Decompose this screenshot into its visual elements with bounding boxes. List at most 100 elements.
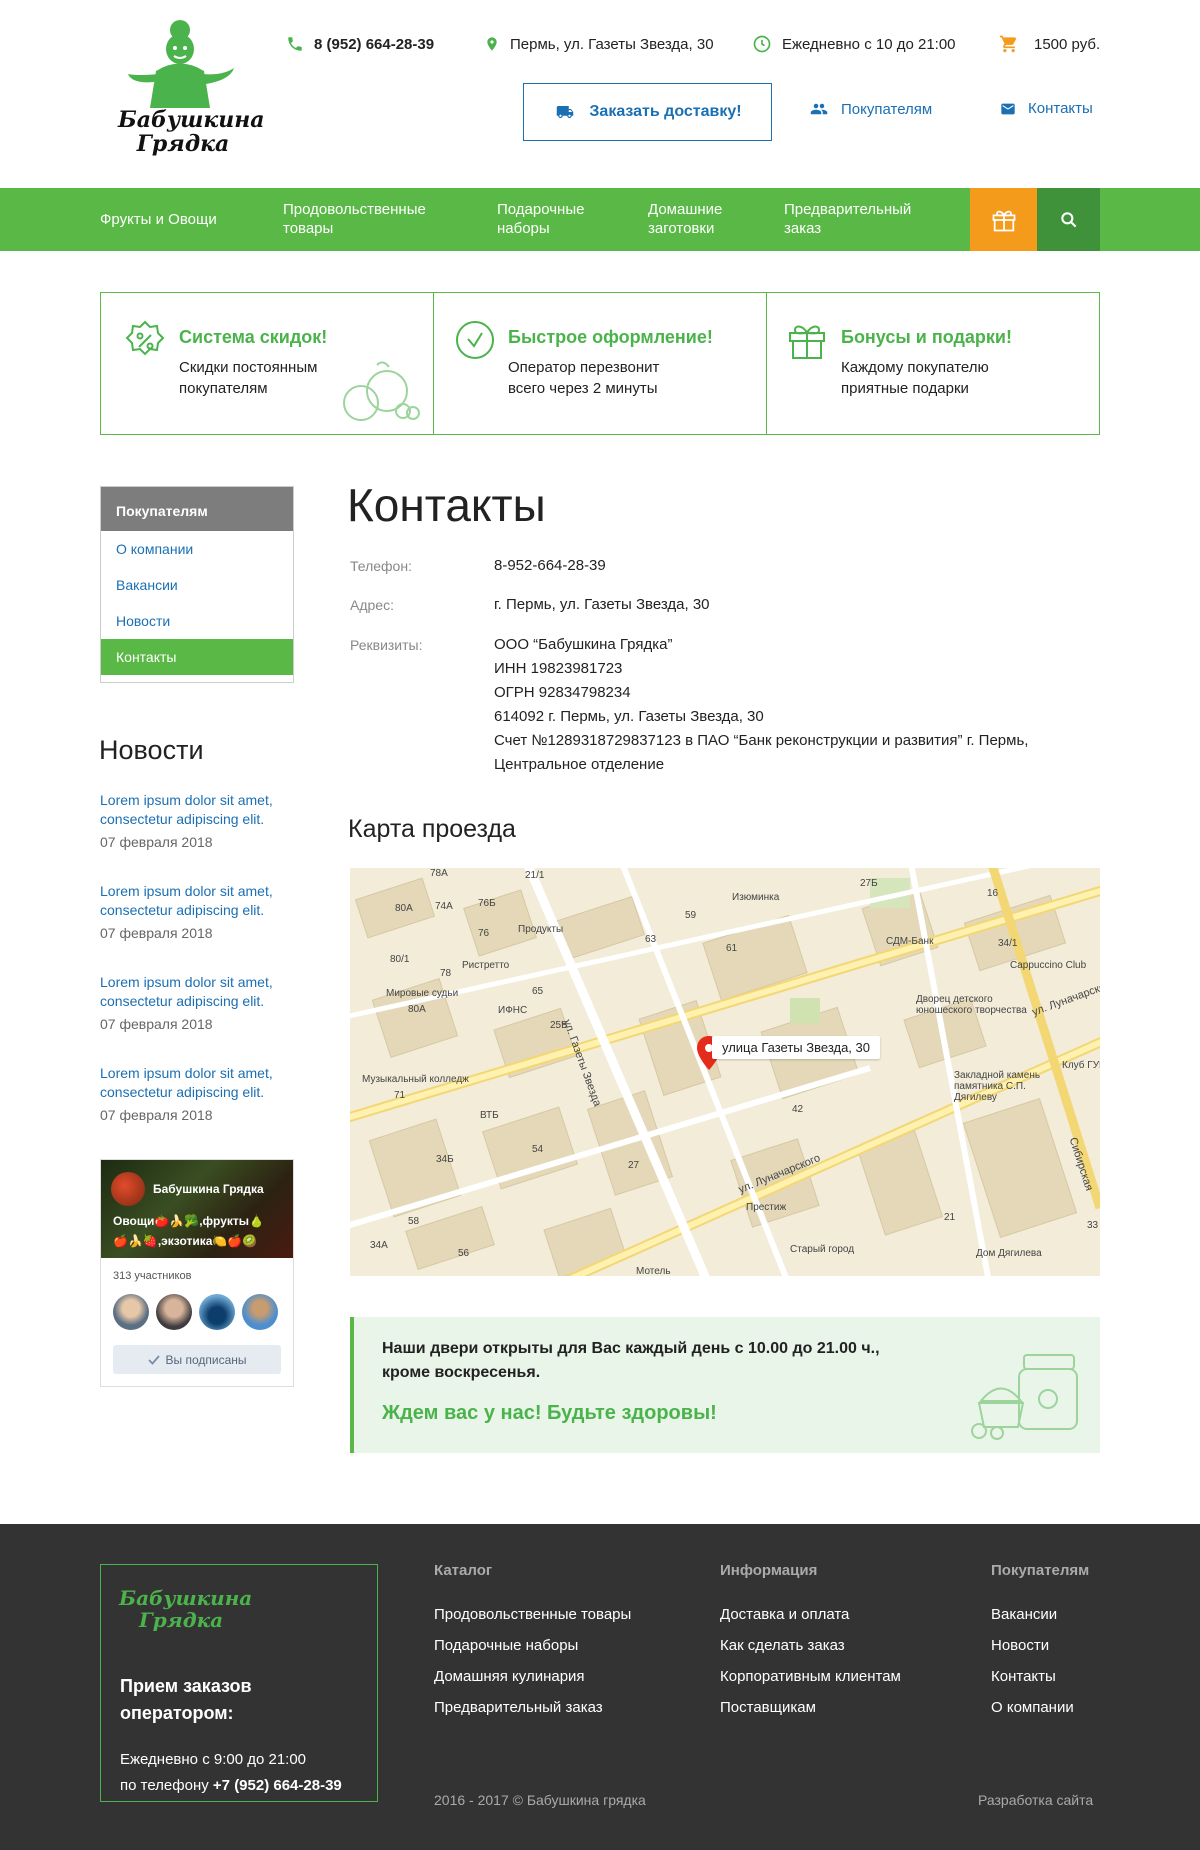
site-logo[interactable]: Бабушкина Грядка	[118, 16, 265, 166]
map-label: Клуб ГУВД	[1062, 1060, 1100, 1071]
map-label: СДМ-Банк	[886, 936, 934, 947]
footer-info-link[interactable]: Поставщикам	[720, 1699, 816, 1716]
feature-fast-checkout: Быстрое оформление! Оператор перезвонит …	[434, 293, 767, 434]
map-label: Cappuccino Club	[1010, 960, 1087, 971]
header-link-contacts[interactable]: Контакты	[998, 100, 1093, 117]
vk-group-name[interactable]: Бабушкина Грядка	[153, 1182, 264, 1196]
nav-item-gift-sets[interactable]: Подарочные наборы	[497, 200, 584, 238]
site-footer: Бабушкина Грядка Прием заказов операторо…	[0, 1524, 1200, 1850]
vk-description-line: 🍎🍌🍓,экзотика🍋🍎🥝	[113, 1234, 258, 1248]
grandma-logo-icon	[128, 20, 234, 108]
map-label: ИФНС	[498, 1005, 528, 1016]
sidebar-item-vacancies[interactable]: Вакансии	[101, 567, 293, 603]
news-link[interactable]: Lorem ipsum dolor sit amet, consectetur …	[100, 1064, 300, 1102]
avatar[interactable]	[242, 1294, 278, 1330]
news-heading: Новости	[99, 735, 204, 765]
nav-item-food-products[interactable]: Продовольственные товары	[283, 200, 426, 238]
map-label: 21/1	[525, 870, 545, 881]
vk-subscribed-label: Вы подписаны	[165, 1352, 247, 1367]
map-label: 59	[685, 910, 697, 921]
footer-info-link[interactable]: Как сделать заказ	[720, 1637, 845, 1654]
feature-text: Оператор перезвонит всего через 2 минуты	[508, 359, 660, 397]
requisites-line: ОГРН 92834798234	[494, 684, 631, 701]
map-label: 54	[532, 1144, 544, 1155]
map-label: 78	[440, 968, 452, 979]
news-item: Lorem ipsum dolor sit amet, consectetur …	[100, 791, 300, 850]
map-label: Мотель	[636, 1266, 671, 1276]
footer-catalog-heading: Каталог	[434, 1562, 493, 1579]
news-link[interactable]: Lorem ipsum dolor sit amet, consectetur …	[100, 882, 300, 920]
nav-item-preorder[interactable]: Предварительный заказ	[784, 200, 911, 238]
feature-title: Быстрое оформление!	[508, 327, 713, 347]
footer-catalog-link[interactable]: Подарочные наборы	[434, 1637, 578, 1654]
footer-info-heading: Информация	[720, 1562, 818, 1579]
phone-icon	[288, 37, 302, 51]
footer-catalog-link[interactable]: Продовольственные товары	[434, 1606, 631, 1623]
map-label: 74А	[435, 901, 453, 912]
map-heading: Карта проезда	[348, 815, 516, 843]
map-label: 65	[532, 986, 544, 997]
footer-logo[interactable]: Бабушкина Грядка	[119, 1587, 252, 1631]
sidebar-item-about[interactable]: О компании	[101, 531, 293, 567]
footer-catalog-link[interactable]: Домашняя кулинария	[434, 1668, 585, 1685]
news-link[interactable]: Lorem ipsum dolor sit amet, consectetur …	[100, 791, 300, 829]
map-label: 78А	[430, 868, 448, 879]
header-cart[interactable]: 1500 руб.	[998, 34, 1100, 54]
mail-icon	[1001, 103, 1015, 114]
header-phone-text: 8 (952) 664-28-39	[314, 35, 435, 53]
map-label: Изюминка	[732, 892, 780, 903]
order-delivery-button[interactable]: Заказать доставку!	[523, 83, 772, 141]
header-phone[interactable]: 8 (952) 664-28-39	[286, 34, 434, 54]
footer-orders-heading: Прием заказов оператором:	[120, 1676, 252, 1723]
footer-info-link[interactable]: Доставка и оплата	[720, 1606, 849, 1623]
location-map[interactable]: улица Газеты Звезда, 30 78А 21/1 74А 80А…	[350, 868, 1100, 1276]
sidebar-heading: Покупателям	[101, 487, 293, 531]
header-link-customers[interactable]: Покупателям	[807, 100, 932, 118]
footer-customers-link[interactable]: Новости	[991, 1637, 1049, 1654]
news-link[interactable]: Lorem ipsum dolor sit amet, consectetur …	[100, 973, 300, 1011]
map-label: Мировые судьи	[386, 988, 459, 999]
header-link-contacts-label: Контакты	[1028, 100, 1093, 117]
feature-title: Система скидок!	[179, 327, 328, 347]
footer-phone[interactable]: +7 (952) 664-28-39	[213, 1777, 342, 1794]
map-label: 80А	[395, 903, 413, 914]
vk-members-count: 313 участников	[113, 1270, 192, 1282]
footer-info-link[interactable]: Корпоративным клиентам	[720, 1668, 901, 1685]
nav-gift-button[interactable]	[970, 188, 1037, 251]
vk-description-line: Овощи🍅🍌🥦,фрукты🍐	[113, 1214, 264, 1228]
avatar[interactable]	[199, 1294, 235, 1330]
check-icon	[147, 1354, 160, 1365]
phone-label: Телефон:	[350, 558, 412, 574]
vk-subscribed-button[interactable]: Вы подписаны	[113, 1345, 281, 1374]
map-label: Дворец детского юношеского творчества	[916, 994, 1027, 1016]
footer-customers-link[interactable]: Контакты	[991, 1668, 1056, 1685]
feature-text: Каждому покупателю приятные подарки	[841, 359, 989, 397]
gift-icon	[789, 325, 825, 359]
avatar[interactable]	[156, 1294, 192, 1330]
map-label: 34Б	[436, 1154, 454, 1165]
sidebar-item-contacts[interactable]: Контакты	[101, 639, 293, 675]
vk-cover-image[interactable]: Бабушкина Грядка Овощи🍅🍌🥦,фрукты🍐 🍎🍌🍓,эк…	[101, 1160, 293, 1258]
news-date: 07 февраля 2018	[100, 925, 213, 941]
avatar[interactable]	[113, 1294, 149, 1330]
footer-phone-prefix: по телефону	[120, 1777, 209, 1794]
map-label: Продукты	[518, 924, 564, 935]
phone-value[interactable]: 8-952-664-28-39	[494, 554, 606, 578]
footer-customers-link[interactable]: Вакансии	[991, 1606, 1057, 1623]
sidebar-item-news[interactable]: Новости	[101, 603, 293, 639]
news-item: Lorem ipsum dolor sit amet, consectetur …	[100, 1064, 300, 1123]
map-label: Дом Дягилева	[976, 1248, 1042, 1259]
map-label: 71	[394, 1090, 406, 1101]
nav-item-fruits-vegetables[interactable]: Фрукты и Овощи	[100, 210, 217, 229]
footer-catalog-link[interactable]: Предварительный заказ	[434, 1699, 603, 1716]
nav-search-button[interactable]	[1037, 188, 1100, 251]
requisites-line: ООО “Бабушкина Грядка”	[494, 636, 673, 653]
footer-phone-line: по телефону +7 (952) 664-28-39	[120, 1773, 342, 1799]
feature-title: Бонусы и подарки!	[841, 327, 1012, 347]
nav-item-home-preserves[interactable]: Домашние заготовки	[648, 200, 722, 238]
footer-developer-link[interactable]: Разработка сайта	[978, 1792, 1093, 1808]
map-label: 58	[408, 1216, 420, 1227]
map-label: 76	[478, 928, 490, 939]
cart-icon	[999, 35, 1017, 53]
footer-customers-link[interactable]: О компании	[991, 1699, 1074, 1716]
